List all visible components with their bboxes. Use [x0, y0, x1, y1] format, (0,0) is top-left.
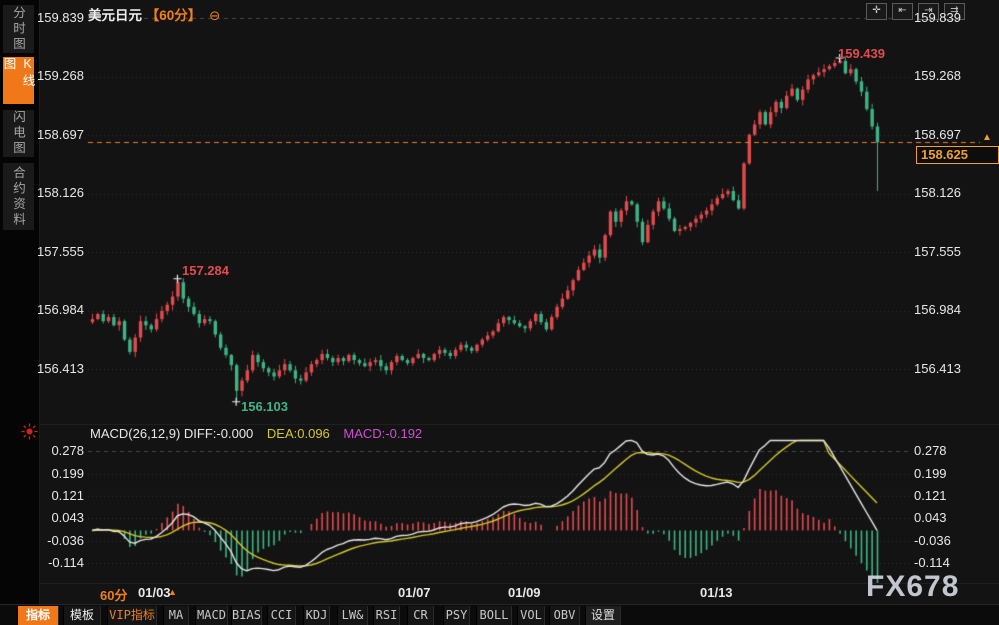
macd-axis-label: 0.278: [26, 443, 84, 458]
annotation-high-price: 159.439: [838, 46, 885, 61]
toolbar-item-[interactable]: 指标: [17, 606, 59, 625]
toolbar-item-cci[interactable]: CCI: [267, 606, 296, 625]
x-axis-label: 01/09: [508, 585, 541, 600]
annotation-swing-high: 157.284: [182, 263, 229, 278]
price-axis-label: 158.697: [26, 127, 84, 142]
watermark: FX678: [866, 570, 959, 604]
last-price-box: 158.625: [916, 146, 999, 164]
toolbar-item-macd[interactable]: MACD: [195, 606, 228, 625]
axis-divider: [0, 583, 999, 584]
toolbar-item-vol[interactable]: VOL: [517, 606, 545, 625]
interval-badge: 【60分】: [146, 8, 202, 23]
price-axis-label: 157.555: [914, 244, 972, 259]
crosshair-icon[interactable]: ✛: [866, 3, 887, 20]
pane-divider: [0, 424, 999, 425]
toolbar-item-ma[interactable]: MA: [163, 606, 189, 625]
toolbar-item-kdj[interactable]: KDJ: [303, 606, 330, 625]
bottom-toolbar: 指标模板 VIP指标 MA MACDBIAS CCI KDJ LW&RSI CR PSY BOLL…: [0, 604, 999, 625]
price-axis-label: 159.839: [26, 10, 84, 25]
price-axis-label: 159.268: [26, 68, 84, 83]
macd-axis-label: -0.036: [26, 533, 84, 548]
price-axis-label: 158.126: [26, 185, 84, 200]
chart-canvas[interactable]: [0, 0, 999, 625]
price-axis-label: 156.984: [26, 302, 84, 317]
macd-axis-label: 0.043: [26, 510, 84, 525]
collapse-icon[interactable]: ⊖: [209, 8, 220, 23]
macd-axis-label: 0.043: [914, 510, 972, 525]
macd-value: MACD:-0.192: [343, 426, 422, 441]
price-axis-label: 158.126: [914, 185, 972, 200]
macd-axis-label: -0.114: [914, 555, 972, 570]
macd-params: MACD(26,12,9) DIFF:-0.000: [90, 426, 253, 441]
toolbar-item-bias[interactable]: BIAS: [231, 606, 262, 625]
x-axis-label: 01/13: [700, 585, 733, 600]
period-label[interactable]: 60分: [100, 585, 127, 604]
x-axis-label: 01/03: [138, 585, 171, 600]
price-axis-label: 156.413: [914, 361, 972, 376]
toolbar-item-boll[interactable]: BOLL: [476, 606, 512, 625]
toolbar-item-lw[interactable]: LW&: [337, 606, 368, 625]
toolbar-item-obv[interactable]: OBV: [549, 606, 580, 625]
macd-axis-label: 0.121: [914, 488, 972, 503]
toolbar-item-cr[interactable]: CR: [407, 606, 434, 625]
toolbar-item-psy[interactable]: PSY: [443, 606, 470, 625]
chart-window: 分时图K线图闪电图合约资料 美元日元 【60分】 ⊖ ✛ ⇤ ⇥ ⇉ 159.8…: [0, 0, 999, 625]
price-axis-label: 156.984: [914, 302, 972, 317]
fit-left-axis-icon[interactable]: ⇤: [892, 3, 913, 20]
price-axis-label: 159.839: [914, 10, 972, 25]
price-axis-label: 156.413: [26, 361, 84, 376]
last-price-arrow-icon: ▲: [982, 132, 992, 143]
macd-header: MACD(26,12,9) DIFF:-0.000 DEA:0.096 MACD…: [90, 426, 422, 441]
price-axis-label: 159.268: [914, 68, 972, 83]
annotation-swing-low: 156.103: [241, 399, 288, 414]
symbol-name: 美元日元: [88, 8, 142, 23]
macd-axis-label: -0.036: [914, 533, 972, 548]
macd-axis-label: 0.278: [914, 443, 972, 458]
price-axis-label: 157.555: [26, 244, 84, 259]
toolbar-item-[interactable]: 设置: [585, 606, 621, 625]
macd-axis-label: -0.114: [26, 555, 84, 570]
toolbar-item-rsi[interactable]: RSI: [373, 606, 400, 625]
macd-axis-label: 0.121: [26, 488, 84, 503]
x-axis-label: 01/07: [398, 585, 431, 600]
toolbar-item-vip[interactable]: VIP指标: [107, 606, 157, 625]
live-indicator-icon: [21, 423, 38, 445]
toolbar-item-[interactable]: 模板: [63, 606, 101, 625]
macd-axis-label: 0.199: [26, 466, 84, 481]
macd-axis-label: 0.199: [914, 466, 972, 481]
price-axis-label: 158.697: [914, 127, 972, 142]
chart-title: 美元日元 【60分】 ⊖: [88, 4, 220, 24]
dea-value: DEA:0.096: [267, 426, 330, 441]
